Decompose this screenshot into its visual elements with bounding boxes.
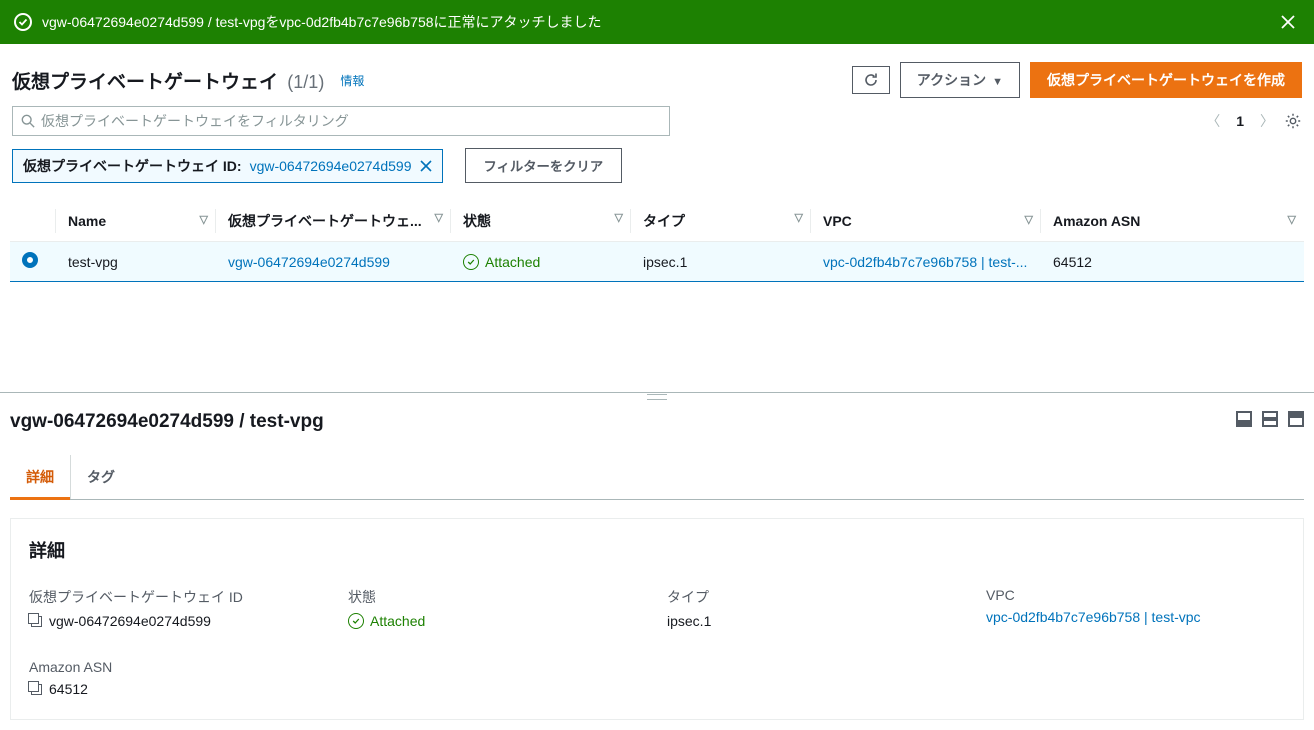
row-select-radio[interactable] [22,252,38,268]
refresh-icon [863,72,879,88]
field-asn-value: 64512 [49,681,88,697]
col-vpc[interactable]: VPC▽ [811,201,1041,242]
gear-icon [1284,112,1302,130]
cell-type: ipsec.1 [631,242,811,282]
cell-state: Attached [463,254,540,270]
page-header: 仮想プライベートゲートウェイ (1/1) 情報 アクション ▼ 仮想プライベートゲ… [10,62,1304,98]
flash-message: vgw-06472694e0274d599 / test-vpgをvpc-0d2… [42,12,1266,32]
sort-icon: ▽ [615,211,623,224]
col-state[interactable]: 状態▽ [451,201,631,242]
cell-name: test-vpg [56,242,216,282]
pane-layout-controls [1236,411,1304,427]
settings-button[interactable] [1284,112,1302,130]
actions-dropdown[interactable]: アクション ▼ [900,62,1020,98]
refresh-button[interactable] [852,66,890,94]
pane-close[interactable] [1288,411,1304,427]
prev-page-button[interactable]: 〈 [1206,111,1220,131]
details-tabs: 詳細 タグ [10,455,1304,500]
details-title: vgw-06472694e0274d599 / test-vpg [10,411,324,433]
pane-position-side[interactable] [1262,411,1278,427]
clear-filters-button[interactable]: フィルターをクリア [465,148,623,183]
field-vgw-id: 仮想プライベートゲートウェイ ID vgw-06472694e0274d599 [29,587,328,629]
sort-icon: ▽ [200,213,208,226]
tab-tags[interactable]: タグ [71,455,131,499]
success-check-icon [14,13,32,31]
info-link[interactable]: 情報 [340,72,364,89]
table-header-row: Name▽ 仮想プライベートゲートウェ...▽ 状態▽ タイプ▽ VPC▽ Am… [10,201,1304,242]
create-vpg-button[interactable]: 仮想プライベートゲートウェイを作成 [1030,62,1302,98]
page-title-text: 仮想プライベートゲートウェイ [12,72,278,93]
sort-icon: ▽ [1025,213,1033,226]
search-icon [21,114,35,128]
details-card-title: 詳細 [29,537,1285,563]
field-asn: Amazon ASN 64512 [29,659,328,697]
field-vpc: VPC vpc-0d2fb4b7c7e96b758 | test-vpc [986,587,1285,629]
cell-asn: 64512 [1041,242,1304,282]
sort-icon: ▽ [795,211,803,224]
sort-icon: ▽ [1288,213,1296,226]
flash-success-bar: vgw-06472694e0274d599 / test-vpgをvpc-0d2… [0,0,1314,44]
status-success-icon [348,613,364,629]
filter-tokens-row: 仮想プライベートゲートウェイ ID: vgw-06472694e0274d599… [10,148,1304,183]
col-type[interactable]: タイプ▽ [631,201,811,242]
field-state-value: Attached [370,613,425,629]
search-input-container[interactable] [12,106,670,136]
pagination: 〈 1 〉 [1206,111,1274,131]
filter-token-value: vgw-06472694e0274d599 [250,158,412,174]
next-page-button[interactable]: 〉 [1260,111,1274,131]
table-row[interactable]: test-vpg vgw-06472694e0274d599 Attached … [10,242,1304,282]
filter-token-key: 仮想プライベートゲートウェイ ID: [23,156,242,176]
col-name[interactable]: Name▽ [56,201,216,242]
col-vgw-id[interactable]: 仮想プライベートゲートウェ...▽ [216,201,451,242]
flash-close-button[interactable] [1276,10,1300,34]
field-state: 状態 Attached [348,587,647,629]
page-title: 仮想プライベートゲートウェイ (1/1) [12,67,324,94]
selection-count: (1/1) [287,72,324,92]
current-page: 1 [1236,113,1244,129]
copy-icon[interactable] [29,614,43,628]
col-asn[interactable]: Amazon ASN▽ [1041,201,1304,242]
filter-token-remove[interactable] [420,160,432,172]
search-input[interactable] [41,113,661,129]
details-card: 詳細 仮想プライベートゲートウェイ ID vgw-06472694e0274d5… [10,518,1304,720]
details-pane: vgw-06472694e0274d599 / test-vpg 詳細 タグ 詳… [0,393,1314,730]
cell-vpc-link[interactable]: vpc-0d2fb4b7c7e96b758 | test-... [823,254,1027,270]
cell-vgw-id-link[interactable]: vgw-06472694e0274d599 [228,254,390,270]
caret-down-icon: ▼ [992,76,1003,88]
filter-bar: 〈 1 〉 [10,106,1304,136]
tab-details[interactable]: 詳細 [10,455,71,499]
field-type-value: ipsec.1 [667,613,711,629]
vpg-table: Name▽ 仮想プライベートゲートウェ...▽ 状態▽ タイプ▽ VPC▽ Am… [10,201,1304,282]
field-vgw-id-value: vgw-06472694e0274d599 [49,613,211,629]
filter-token-vgw-id[interactable]: 仮想プライベートゲートウェイ ID: vgw-06472694e0274d599 [12,149,443,183]
pane-position-bottom[interactable] [1236,411,1252,427]
status-success-icon [463,254,479,270]
field-type: タイプ ipsec.1 [667,587,966,629]
sort-icon: ▽ [435,211,443,224]
actions-label: アクション [917,72,986,88]
field-vpc-link[interactable]: vpc-0d2fb4b7c7e96b758 | test-vpc [986,609,1201,625]
